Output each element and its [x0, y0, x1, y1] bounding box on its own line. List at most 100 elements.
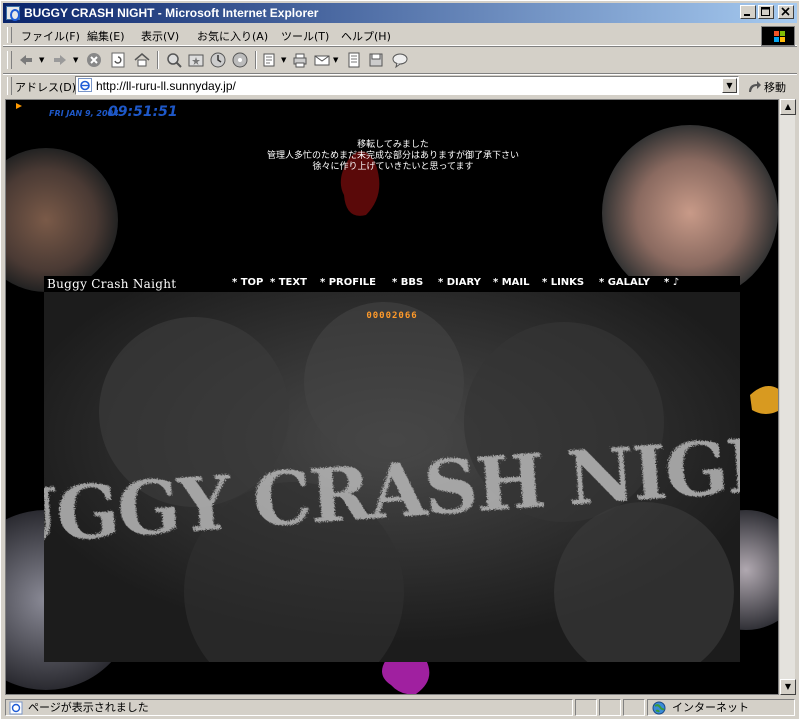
toolbar-separator — [157, 51, 159, 69]
page-viewport[interactable]: FRI JAN 9, 2004 09:51:51 移転してみました 管理人多忙の… — [5, 99, 779, 695]
back-dropdown-icon[interactable]: ▼ — [39, 56, 44, 64]
refresh-button[interactable] — [109, 51, 127, 69]
toolbar-separator — [255, 51, 257, 69]
print-button[interactable] — [291, 51, 309, 69]
address-input[interactable]: http://ll-ruru-ll.sunnyday.jp/ ▼ — [75, 76, 739, 95]
edit-button[interactable] — [261, 51, 279, 69]
banner-artwork: BUGGY CRASH NIGHT — [44, 292, 740, 662]
menu-file[interactable]: ファイル(F) — [21, 28, 80, 44]
nav-link-links[interactable]: * LINKS — [542, 277, 584, 288]
status-pane-empty — [575, 699, 597, 716]
address-label: アドレス(D) — [15, 81, 77, 94]
back-button[interactable] — [17, 51, 35, 69]
edit-dropdown-icon[interactable]: ▼ — [281, 56, 286, 64]
nav-link-bbs[interactable]: * BBS — [392, 277, 423, 288]
status-message: ページが表示されました — [28, 701, 149, 714]
menu-edit[interactable]: 編集(E) — [87, 28, 125, 44]
toolbar-grip[interactable] — [7, 27, 12, 43]
home-icon — [134, 53, 150, 67]
close-icon — [781, 7, 790, 16]
mail-button[interactable] — [313, 51, 331, 69]
favorites-icon — [188, 54, 204, 67]
messenger-button[interactable] — [391, 51, 409, 69]
chevron-down-icon: ▼ — [726, 81, 733, 90]
notice-line: 徐々に作り上げていきたいと思ってます — [312, 162, 474, 172]
minimize-icon — [744, 14, 750, 16]
scroll-down-button[interactable]: ▼ — [780, 679, 796, 695]
print-icon — [293, 53, 307, 68]
close-button[interactable] — [778, 5, 794, 19]
vertical-scrollbar[interactable]: ▲ ▼ — [779, 99, 796, 695]
forward-button[interactable] — [51, 51, 69, 69]
notice-line: 移転してみました — [357, 140, 429, 150]
nav-link-top[interactable]: * TOP — [232, 277, 263, 288]
window-title: BUGGY CRASH NIGHT - Microsoft Internet E… — [24, 6, 319, 20]
stop-icon — [87, 53, 101, 67]
nav-link-mail[interactable]: * MAIL — [493, 277, 530, 288]
edit-icon — [263, 53, 275, 67]
nav-link-text[interactable]: * TEXT — [270, 277, 307, 288]
standard-toolbar: ▼ ▼ ▼ ▼ — [3, 47, 797, 73]
site-nav-bar: Buggy Crash Naight * TOP * TEXT * PROFIL… — [44, 276, 740, 292]
go-label: 移動 — [764, 81, 786, 94]
mail-dropdown-icon[interactable]: ▼ — [333, 56, 338, 64]
nav-link-music[interactable]: * ♪ — [664, 277, 679, 288]
menu-view[interactable]: 表示(V) — [141, 28, 179, 44]
ie-page-icon — [78, 78, 92, 92]
back-icon — [20, 55, 32, 65]
address-dropdown-button[interactable]: ▼ — [722, 78, 737, 93]
nav-link-profile[interactable]: * PROFILE — [320, 277, 376, 288]
visitor-counter: 00002066 — [366, 311, 418, 321]
title-bar: BUGGY CRASH NIGHT - Microsoft Internet E… — [3, 3, 797, 23]
save-icon — [369, 53, 383, 67]
globe-icon — [652, 701, 666, 715]
notice-line: 管理人多忙のためまだ未完成な部分はありますが御了承下さい — [266, 151, 519, 161]
decor-butterfly — [750, 386, 778, 414]
security-zone-label: インターネット — [672, 701, 749, 714]
media-button[interactable] — [231, 51, 249, 69]
site-name: Buggy Crash Naight — [47, 277, 177, 291]
messenger-icon — [392, 53, 408, 69]
history-button[interactable] — [209, 51, 227, 69]
toolbar-grip[interactable] — [7, 77, 12, 95]
minimize-button[interactable] — [740, 5, 756, 19]
status-message-pane: ページが表示されました — [5, 699, 573, 716]
chevron-down-icon: ▼ — [784, 682, 792, 691]
home-button[interactable] — [133, 51, 151, 69]
menu-bar: ファイル(F) 編集(E) 表示(V) お気に入り(A) ツール(T) ヘルプ(… — [3, 25, 797, 46]
menu-favorites[interactable]: お気に入り(A) — [197, 28, 268, 44]
maximize-button[interactable] — [758, 5, 774, 19]
browser-window: BUGGY CRASH NIGHT - Microsoft Internet E… — [0, 0, 800, 720]
save-button[interactable] — [367, 51, 385, 69]
document-icon — [348, 52, 360, 68]
search-button[interactable] — [165, 51, 183, 69]
history-icon — [210, 52, 226, 68]
status-pane-empty — [623, 699, 645, 716]
page-done-icon — [9, 701, 23, 715]
orange-arrow-icon — [16, 103, 22, 109]
forward-icon — [54, 55, 66, 65]
nav-link-galaly[interactable]: * GALALY — [599, 277, 650, 288]
menu-help[interactable]: ヘルプ(H) — [341, 28, 391, 44]
media-icon — [232, 52, 248, 68]
address-url: http://ll-ruru-ll.sunnyday.jp/ — [96, 79, 236, 93]
search-icon — [167, 53, 182, 68]
maximize-icon — [761, 7, 770, 16]
favorites-button[interactable] — [187, 51, 205, 69]
stop-button[interactable] — [85, 51, 103, 69]
go-arrow-icon — [749, 81, 761, 92]
document-button[interactable] — [345, 51, 363, 69]
main-banner-image: BUGGY CRASH NIGHT 00002066 — [44, 292, 740, 662]
nav-link-diary[interactable]: * DIARY — [438, 277, 481, 288]
status-bar: ページが表示されました インターネット — [3, 697, 797, 717]
menu-tools[interactable]: ツール(T) — [281, 28, 329, 44]
ie-app-icon[interactable] — [6, 6, 20, 21]
toolbar-grip[interactable] — [7, 51, 12, 69]
go-button[interactable]: 移動 — [747, 79, 786, 95]
chevron-up-icon: ▲ — [784, 102, 792, 111]
scroll-up-button[interactable]: ▲ — [780, 99, 796, 115]
mail-icon — [314, 55, 330, 66]
address-bar: アドレス(D) http://ll-ruru-ll.sunnyday.jp/ ▼… — [3, 73, 797, 98]
security-zone-pane: インターネット — [647, 699, 795, 716]
forward-dropdown-icon[interactable]: ▼ — [73, 56, 78, 64]
